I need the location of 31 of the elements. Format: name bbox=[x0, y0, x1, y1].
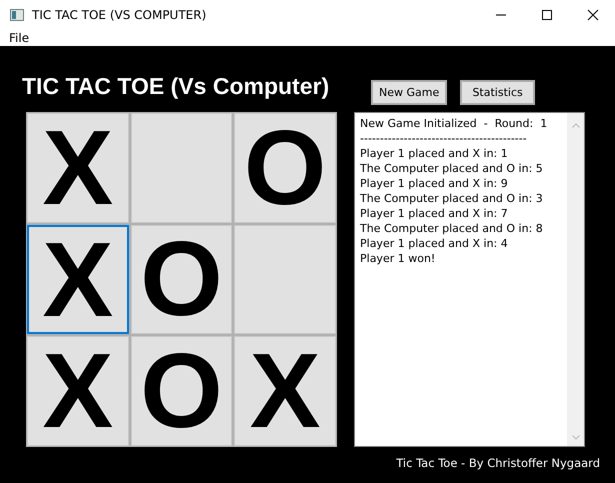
log-line: The Computer placed and O in: 3 bbox=[360, 191, 544, 206]
close-icon[interactable] bbox=[587, 9, 599, 21]
board-cell[interactable]: X bbox=[27, 336, 129, 446]
window-title: TIC TAC TOE (VS COMPUTER) bbox=[32, 8, 206, 22]
board-cell[interactable]: X bbox=[234, 336, 336, 446]
log-line: The Computer placed and O in: 8 bbox=[360, 221, 544, 236]
log-line: The Computer placed and O in: 5 bbox=[360, 161, 544, 176]
app-heading: TIC TAC TOE (Vs Computer) bbox=[22, 73, 330, 100]
log-line: Player 1 placed and X in: 1 bbox=[360, 146, 509, 161]
log-line: Player 1 won! bbox=[360, 251, 436, 266]
log-line: Player 1 placed and X in: 9 bbox=[360, 176, 509, 191]
toolbar-button[interactable]: Statistics bbox=[460, 80, 536, 105]
board-cell[interactable] bbox=[130, 113, 232, 223]
scroll-up-icon[interactable] bbox=[572, 123, 580, 128]
log-line: Player 1 placed and X in: 4 bbox=[360, 236, 509, 251]
log-line: ------------------------------------------ bbox=[360, 131, 528, 146]
board-cell[interactable]: O bbox=[234, 113, 336, 223]
board-cell[interactable]: X bbox=[27, 224, 129, 334]
app-icon bbox=[10, 9, 24, 21]
board-cell[interactable]: O bbox=[130, 336, 232, 446]
menu-item[interactable]: File bbox=[9, 31, 30, 45]
log-line: Player 1 placed and X in: 7 bbox=[360, 206, 509, 221]
log-line: New Game Initialized - Round: 1 bbox=[360, 116, 548, 131]
toolbar-button[interactable]: New Game bbox=[371, 80, 448, 105]
board-cell[interactable]: O bbox=[130, 224, 232, 334]
credit-text: Tic Tac Toe - By Christoffer Nygaard bbox=[396, 456, 600, 470]
board-cell[interactable]: X bbox=[27, 113, 129, 223]
scrollbar[interactable] bbox=[567, 113, 584, 446]
board-cell[interactable] bbox=[234, 224, 336, 334]
maximize-icon[interactable] bbox=[541, 9, 553, 21]
scroll-down-icon[interactable] bbox=[572, 435, 580, 440]
